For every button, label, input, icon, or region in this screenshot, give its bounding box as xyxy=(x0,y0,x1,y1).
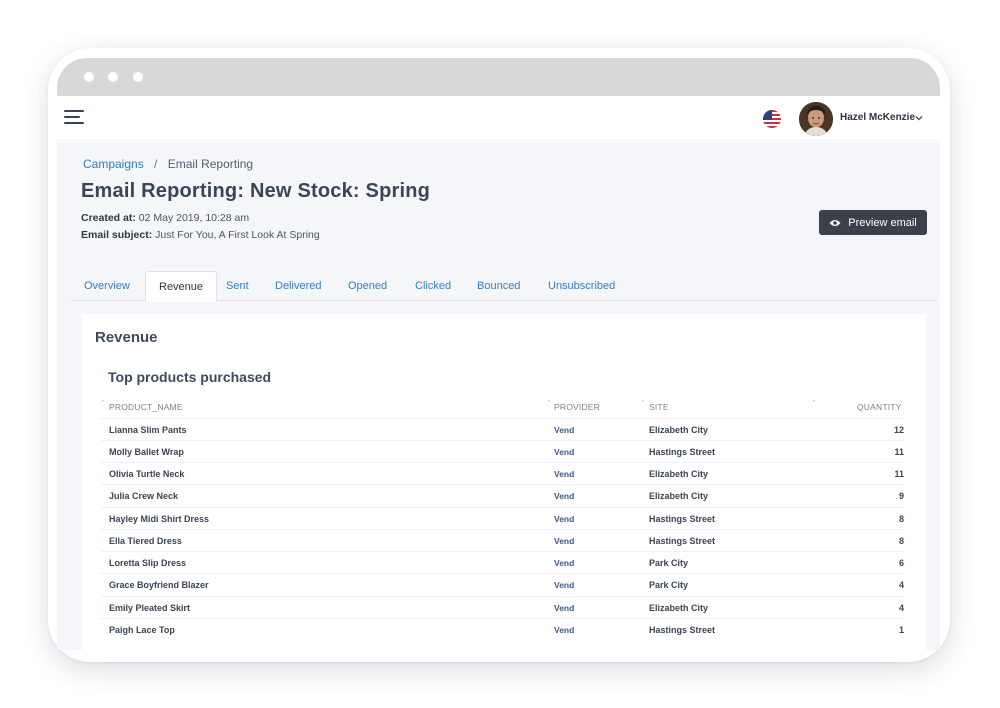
cell-site: Park City xyxy=(649,558,689,568)
cell-product-name: Olivia Turtle Neck xyxy=(109,469,185,479)
tab-unsubscribed[interactable]: Unsubscribed xyxy=(535,271,628,301)
avatar[interactable] xyxy=(799,102,833,136)
chevron-down-icon[interactable] xyxy=(914,113,924,123)
cell-site: Hastings Street xyxy=(649,536,716,546)
created-at-label: Created at: xyxy=(81,212,136,224)
column-header-site[interactable]: SITE xyxy=(649,402,669,412)
breadcrumb: Campaigns / Email Reporting xyxy=(83,157,253,171)
tab-delivered[interactable]: Delivered xyxy=(262,271,334,301)
table-row[interactable]: Olivia Turtle Neck Vend Elizabeth City 11 xyxy=(101,462,904,484)
cell-quantity: 11 xyxy=(894,447,904,457)
cell-provider: Vend xyxy=(554,447,575,457)
email-subject-value: Just For You, A First Look At Spring xyxy=(155,229,320,241)
tab-overview[interactable]: Overview xyxy=(71,271,143,301)
cell-site: Elizabeth City xyxy=(649,603,709,613)
main-content: Campaigns / Email Reporting Email Report… xyxy=(57,142,940,650)
browser-chrome xyxy=(57,58,940,96)
section-title: Top products purchased xyxy=(108,369,272,385)
table-row[interactable]: Emily Pleated Skirt Vend Elizabeth City 4 xyxy=(101,596,904,618)
user-name[interactable]: Hazel McKenzie xyxy=(840,112,915,123)
table-row[interactable]: Paigh Lace Top Vend Hastings Street 1 xyxy=(101,618,904,640)
cell-product-name: Hayley Midi Shirt Dress xyxy=(109,514,210,524)
cell-product-name: Julia Crew Neck xyxy=(109,491,179,501)
cell-quantity: 4 xyxy=(898,603,904,613)
cell-provider: Vend xyxy=(554,603,575,613)
app-screen: Hazel McKenzie Campaigns / Email Reporti… xyxy=(57,58,940,650)
sort-icon[interactable]: ⌃ xyxy=(640,399,646,407)
email-subject-label: Email subject: xyxy=(81,229,153,241)
cell-product-name: Lianna Slim Pants xyxy=(109,425,187,435)
cell-product-name: Molly Ballet Wrap xyxy=(109,447,184,457)
preview-email-button[interactable]: Preview email xyxy=(819,210,927,235)
cell-quantity: 9 xyxy=(898,491,904,501)
us-flag-icon[interactable] xyxy=(763,110,781,128)
top-navbar: Hazel McKenzie xyxy=(57,96,940,141)
table-row[interactable]: Loretta Slip Dress Vend Park City 6 xyxy=(101,551,904,573)
cell-quantity: 6 xyxy=(898,558,904,568)
tab-bounced[interactable]: Bounced xyxy=(464,271,533,301)
email-subject: Email subject: Just For You, A First Loo… xyxy=(81,229,320,241)
cell-provider: Vend xyxy=(554,536,575,546)
cell-site: Park City xyxy=(649,580,689,590)
breadcrumb-separator: / xyxy=(154,157,158,171)
table-row[interactable]: Julia Crew Neck Vend Elizabeth City 9 xyxy=(101,484,904,506)
created-at-value: 02 May 2019, 10:28 am xyxy=(138,212,250,224)
tab-sent[interactable]: Sent xyxy=(213,271,262,301)
sort-icon[interactable]: ⌃ xyxy=(546,399,552,407)
cell-provider: Vend xyxy=(554,558,575,568)
hamburger-menu-icon[interactable] xyxy=(64,110,84,126)
table-row[interactable]: Ella Tiered Dress Vend Hastings Street 8 xyxy=(101,529,904,551)
report-tabs: Overview Revenue Sent Delivered Opened C… xyxy=(71,271,937,302)
cell-provider: Vend xyxy=(554,491,575,501)
window-dot-icon xyxy=(84,72,94,82)
cell-product-name: Emily Pleated Skirt xyxy=(109,603,191,613)
cell-site: Hastings Street xyxy=(649,625,716,635)
table-row[interactable]: Molly Ballet Wrap Vend Hastings Street 11 xyxy=(101,440,904,462)
cell-product-name: Grace Boyfriend Blazer xyxy=(109,580,209,590)
sort-icon[interactable]: ⌃ xyxy=(811,399,817,407)
cell-product-name: Paigh Lace Top xyxy=(109,625,175,635)
card-title: Revenue xyxy=(95,329,158,346)
cell-site: Hastings Street xyxy=(649,514,716,524)
cell-quantity: 12 xyxy=(893,425,904,435)
column-header-product-name[interactable]: PRODUCT_NAME xyxy=(109,402,183,412)
table-row[interactable]: Lianna Slim Pants Vend Elizabeth City 12 xyxy=(101,418,904,440)
cell-quantity: 4 xyxy=(898,580,904,590)
cell-site: Elizabeth City xyxy=(649,469,709,479)
breadcrumb-link-campaigns[interactable]: Campaigns xyxy=(83,157,144,171)
cell-provider: Vend xyxy=(554,469,575,479)
table-row[interactable]: Grace Boyfriend Blazer Vend Park City 4 xyxy=(101,573,904,595)
page-title: Email Reporting: New Stock: Spring xyxy=(81,180,431,202)
revenue-card: Revenue Top products purchased ⌃ PRODUCT… xyxy=(82,314,926,650)
column-header-provider[interactable]: PROVIDER xyxy=(554,402,600,412)
cell-provider: Vend xyxy=(554,425,575,435)
preview-email-label: Preview email xyxy=(848,216,917,229)
cell-provider: Vend xyxy=(554,625,575,635)
cell-product-name: Loretta Slip Dress xyxy=(109,558,187,568)
cell-quantity: 1 xyxy=(898,625,904,635)
cell-quantity: 11 xyxy=(894,469,904,479)
window-dot-icon xyxy=(133,72,143,82)
tab-opened[interactable]: Opened xyxy=(335,271,400,301)
cell-site: Elizabeth City xyxy=(649,425,709,435)
table-row[interactable]: Hayley Midi Shirt Dress Vend Hastings Stre… xyxy=(101,507,904,529)
cell-site: Elizabeth City xyxy=(649,491,709,501)
cell-product-name: Ella Tiered Dress xyxy=(109,536,182,546)
cell-site: Hastings Street xyxy=(649,447,716,457)
cell-quantity: 8 xyxy=(898,514,904,524)
eye-icon xyxy=(829,219,841,226)
window-dot-icon xyxy=(108,72,118,82)
tab-revenue[interactable]: Revenue xyxy=(145,271,218,302)
sort-icon[interactable]: ⌃ xyxy=(100,399,106,407)
breadcrumb-current: Email Reporting xyxy=(167,157,254,171)
cell-provider: Vend xyxy=(554,580,575,590)
cell-provider: Vend xyxy=(554,514,575,524)
column-header-quantity[interactable]: QUANTITY xyxy=(857,402,902,412)
tab-clicked[interactable]: Clicked xyxy=(402,271,464,301)
created-at: Created at: 02 May 2019, 10:28 am xyxy=(81,212,249,224)
cell-quantity: 8 xyxy=(898,536,904,546)
